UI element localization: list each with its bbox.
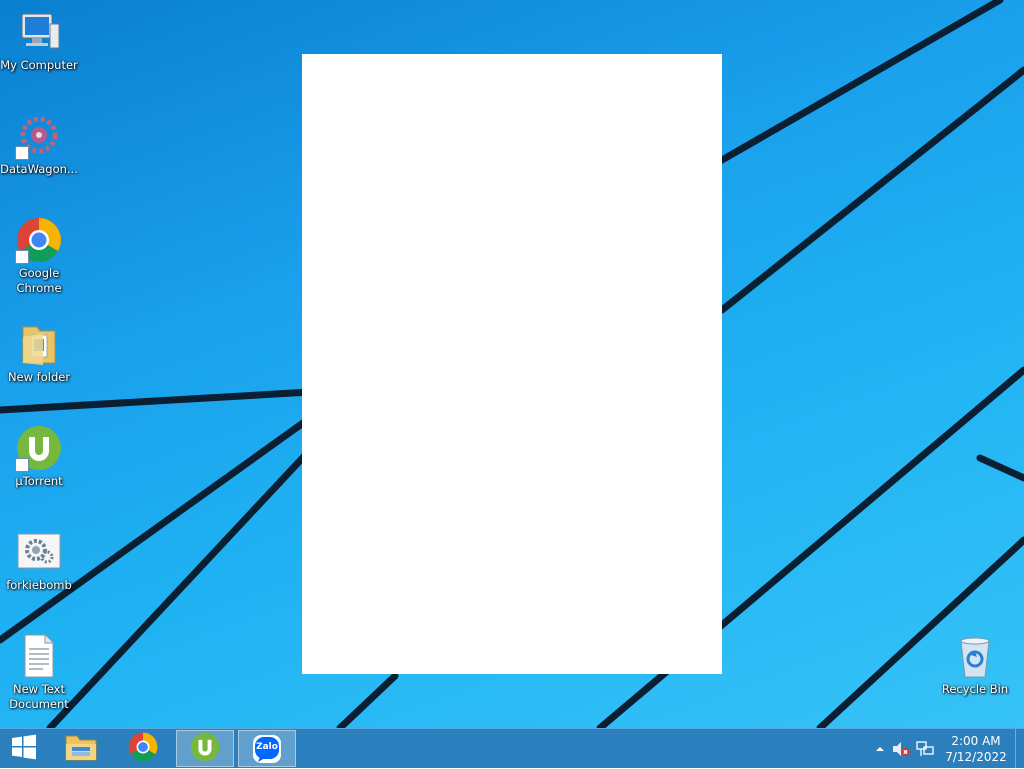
clock-time: 2:00 AM [951, 734, 1001, 748]
file-explorer-icon [64, 732, 98, 766]
chrome-icon [128, 732, 158, 766]
desktop-icon-my-computer[interactable]: My Computer [0, 8, 78, 73]
shortcut-arrow-icon [15, 458, 29, 472]
desktop-icon-label: DataWagon... [0, 162, 78, 176]
desktop-icon-forkiebomb[interactable]: forkiebomb [0, 528, 78, 593]
shortcut-arrow-icon [15, 250, 29, 264]
shortcut-arrow-icon [15, 146, 29, 160]
desktop-icon-new-text-document[interactable]: New Text Document [0, 632, 78, 712]
taskbar-chrome[interactable] [114, 730, 172, 767]
computer-icon [15, 8, 63, 56]
utorrent-icon [190, 732, 220, 766]
text-document-icon [15, 632, 63, 680]
desktop-icon-recycle-bin[interactable]: Recycle Bin [936, 632, 1014, 697]
network-icon[interactable] [913, 741, 937, 757]
desktop-icon-new-folder[interactable]: New folder [0, 320, 78, 385]
desktop-icon-utorrent[interactable]: µTorrent [0, 424, 78, 489]
desktop-icon-datawagon[interactable]: DataWagon... [0, 112, 78, 177]
desktop-icon-label: µTorrent [15, 474, 63, 488]
taskbar-utorrent[interactable] [176, 730, 234, 767]
desktop-icon-label: Google Chrome [16, 266, 62, 295]
desktop-icon-google-chrome[interactable]: Google Chrome [0, 216, 78, 296]
zalo-icon: Zalo [252, 734, 282, 764]
show-desktop-button[interactable] [1015, 729, 1024, 769]
speaker-muted-icon[interactable] [889, 741, 913, 757]
system-tray: 2:00 AM 7/12/2022 [871, 729, 1024, 769]
folder-icon [15, 320, 63, 368]
chrome-icon [15, 216, 63, 264]
taskbar-file-explorer[interactable] [52, 730, 110, 767]
chevron-up-icon[interactable] [871, 745, 889, 753]
taskbar: Zalo 2:00 AM 7/12/2022 [0, 728, 1024, 769]
desktop-icon-label: Recycle Bin [941, 682, 1009, 696]
utorrent-icon [15, 424, 63, 472]
clock-date: 7/12/2022 [945, 750, 1007, 764]
settings-file-icon [15, 528, 63, 576]
gear-cluster-icon [15, 112, 63, 160]
taskbar-clock[interactable]: 2:00 AM 7/12/2022 [937, 733, 1015, 765]
recycle-bin-icon [951, 632, 999, 680]
start-button[interactable] [0, 730, 48, 767]
desktop-icon-label: forkiebomb [6, 578, 72, 592]
desktop-icon-label: New folder [7, 370, 71, 384]
desktop-icon-label: New Text Document [9, 682, 69, 711]
desktop[interactable]: My Computer DataWagon... Google Chrome N… [0, 0, 1024, 728]
windows-logo-icon [10, 733, 38, 765]
desktop-icon-label: My Computer [0, 58, 78, 72]
taskbar-zalo[interactable]: Zalo [238, 730, 296, 767]
zalo-icon-label: Zalo [256, 741, 278, 752]
zalo-window[interactable] [302, 54, 722, 674]
